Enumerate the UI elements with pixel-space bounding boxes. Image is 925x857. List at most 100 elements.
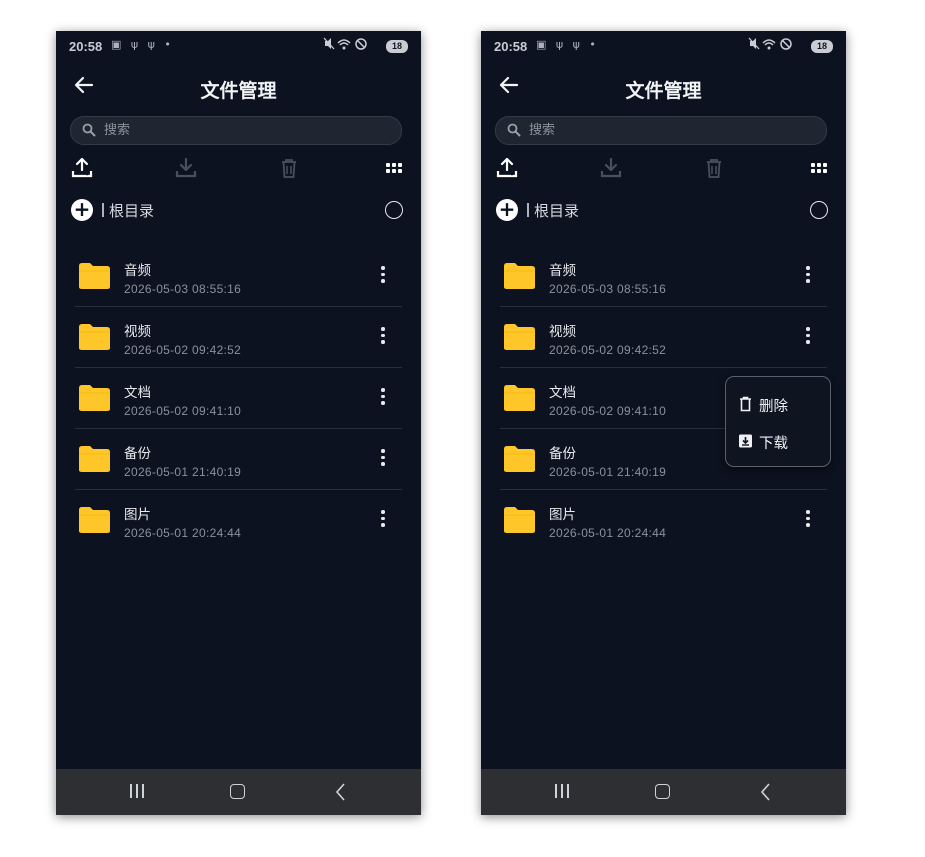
recents-button[interactable] — [551, 781, 575, 803]
app-bar: 文件管理 — [481, 63, 846, 113]
menu-item-label: 删除 — [759, 399, 788, 415]
trash-icon — [740, 396, 751, 412]
more-options-icon[interactable] — [378, 388, 388, 408]
folder-icon — [79, 446, 110, 472]
search-box[interactable] — [495, 116, 827, 145]
file-name: 文档 — [549, 385, 576, 401]
folder-icon — [504, 446, 535, 472]
list-item[interactable]: 音频 2026-05-03 08:55:16 — [75, 246, 402, 307]
add-folder-button[interactable]: + — [496, 199, 518, 221]
search-icon — [82, 123, 96, 137]
file-date: 2026-05-03 08:55:16 — [549, 282, 667, 296]
search-input[interactable] — [104, 121, 384, 139]
file-date: 2026-05-02 09:42:52 — [549, 343, 667, 357]
more-options-icon[interactable] — [378, 510, 388, 530]
search-icon — [507, 123, 521, 137]
file-date: 2026-05-02 09:41:10 — [549, 404, 667, 418]
system-back-icon[interactable] — [755, 781, 779, 803]
system-nav-bar — [481, 769, 846, 815]
list-item[interactable]: 文档 2026-05-02 09:41:10 — [75, 368, 402, 429]
more-options-icon[interactable] — [378, 327, 388, 347]
add-folder-button[interactable]: + — [71, 199, 93, 221]
toolbar — [481, 156, 846, 180]
context-menu: 删除 下载 — [725, 376, 831, 467]
file-list: 音频 2026-05-03 08:55:16 视频 2026-05-02 09:… — [75, 246, 402, 551]
upload-icon[interactable] — [70, 156, 94, 180]
breadcrumb: + 根目录 — [481, 198, 846, 224]
back-arrow-icon[interactable] — [72, 73, 96, 97]
select-all-checkbox[interactable] — [385, 201, 403, 219]
breadcrumb-root[interactable]: 根目录 — [534, 200, 579, 221]
file-name: 图片 — [549, 507, 576, 523]
search-input[interactable] — [529, 121, 809, 139]
status-icons — [323, 37, 369, 54]
file-date: 2026-05-03 08:55:16 — [124, 282, 242, 296]
more-options-icon[interactable] — [803, 327, 813, 347]
menu-item-label: 下载 — [759, 436, 788, 452]
folder-icon — [79, 324, 110, 350]
download-box-icon — [739, 434, 752, 448]
folder-icon — [504, 263, 535, 289]
file-name: 备份 — [124, 446, 151, 462]
list-item[interactable]: 视频 2026-05-02 09:42:52 — [500, 307, 827, 368]
file-date: 2026-05-02 09:41:10 — [124, 404, 242, 418]
back-arrow-icon[interactable] — [497, 73, 521, 97]
list-item[interactable]: 图片 2026-05-01 20:24:44 — [75, 490, 402, 551]
phone-screen-right: 20:58 ▣ ψ ψ • 18 文件管理 搜索 + 根目录 音频 2026-0… — [481, 31, 846, 815]
battery-indicator: 18 — [386, 40, 408, 53]
page-title: 文件管理 — [200, 80, 277, 102]
more-options-icon[interactable] — [803, 510, 813, 530]
mute-wifi-dnd-icons — [323, 37, 367, 50]
more-options-icon[interactable] — [378, 266, 388, 286]
upload-icon[interactable] — [495, 156, 519, 180]
home-button[interactable] — [226, 781, 250, 803]
folder-icon — [504, 324, 535, 350]
status-time: 20:58 — [494, 39, 528, 54]
delete-icon[interactable] — [702, 156, 726, 180]
notification-icons: ▣ ψ ψ • — [111, 38, 174, 51]
status-icons — [748, 37, 794, 54]
status-bar: 20:58 ▣ ψ ψ • 18 — [56, 31, 421, 63]
list-item[interactable]: 图片 2026-05-01 20:24:44 — [500, 490, 827, 551]
file-date: 2026-05-01 20:24:44 — [549, 526, 667, 540]
delete-icon[interactable] — [277, 156, 301, 180]
download-icon[interactable] — [599, 156, 623, 180]
mute-wifi-dnd-icons — [748, 37, 792, 50]
list-item[interactable]: 备份 2026-05-01 21:40:19 — [75, 429, 402, 490]
recents-button[interactable] — [126, 781, 150, 803]
notification-icons: ▣ ψ ψ • — [536, 38, 599, 51]
app-bar: 文件管理 — [56, 63, 421, 113]
folder-icon — [79, 507, 110, 533]
folder-icon — [79, 263, 110, 289]
page-title: 文件管理 — [625, 80, 702, 102]
list-item[interactable]: 视频 2026-05-02 09:42:52 — [75, 307, 402, 368]
select-all-checkbox[interactable] — [810, 201, 828, 219]
folder-icon — [504, 385, 535, 411]
search-box[interactable] — [70, 116, 402, 145]
file-date: 2026-05-01 20:24:44 — [124, 526, 242, 540]
breadcrumb-root[interactable]: 根目录 — [109, 200, 154, 221]
grid-view-icon[interactable] — [807, 156, 831, 180]
more-options-icon[interactable] — [378, 449, 388, 469]
grid-view-icon[interactable] — [382, 156, 406, 180]
folder-icon — [79, 385, 110, 411]
battery-indicator: 18 — [811, 40, 833, 53]
system-back-icon[interactable] — [330, 781, 354, 803]
file-name: 视频 — [124, 324, 151, 340]
breadcrumb: + 根目录 — [56, 198, 421, 224]
status-bar: 20:58 ▣ ψ ψ • 18 — [481, 31, 846, 63]
home-button[interactable] — [651, 781, 675, 803]
file-date: 2026-05-02 09:42:52 — [124, 343, 242, 357]
menu-item-delete[interactable]: 删除 — [738, 390, 826, 418]
menu-item-download[interactable]: 下载 — [738, 427, 826, 455]
file-date: 2026-05-01 21:40:19 — [549, 465, 667, 479]
list-item[interactable]: 音频 2026-05-03 08:55:16 — [500, 246, 827, 307]
file-date: 2026-05-01 21:40:19 — [124, 465, 242, 479]
more-options-icon[interactable] — [803, 266, 813, 286]
toolbar — [56, 156, 421, 180]
breadcrumb-separator — [102, 203, 104, 217]
folder-icon — [504, 507, 535, 533]
file-name: 图片 — [124, 507, 151, 523]
breadcrumb-separator — [527, 203, 529, 217]
download-icon[interactable] — [174, 156, 198, 180]
